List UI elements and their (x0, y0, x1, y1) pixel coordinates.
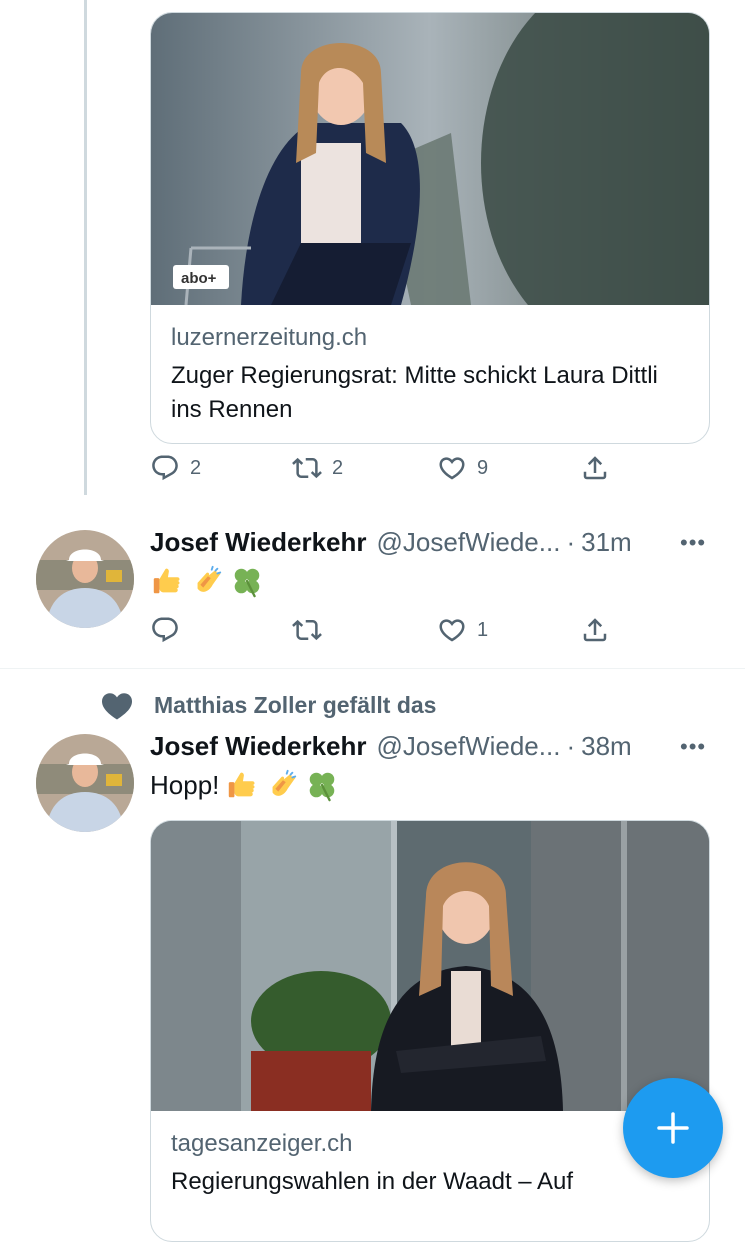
timestamp[interactable]: 31m (581, 527, 632, 558)
like-count: 9 (477, 456, 489, 479)
plus-icon (657, 1112, 689, 1144)
tweet3-text: Hopp! (150, 768, 339, 802)
retweet-button[interactable] (292, 612, 332, 648)
share-icon (580, 615, 610, 645)
heart-icon (437, 615, 467, 645)
retweet-button[interactable]: 2 (292, 450, 343, 486)
card-headline: Regierungswahlen in der Waadt – Auf (171, 1168, 574, 1195)
retweet-icon (292, 615, 322, 645)
reply-icon (150, 453, 180, 483)
like-count: 1 (477, 618, 489, 641)
thread-line (84, 0, 87, 495)
avatar[interactable] (36, 734, 134, 832)
four-leaf-clover-icon (230, 564, 264, 598)
article-image-woman-seated: abo+ (151, 13, 709, 305)
reply-icon (150, 615, 180, 645)
share-button[interactable] (580, 450, 610, 486)
heart-filled-icon (102, 693, 132, 720)
heart-icon (437, 453, 467, 483)
display-name[interactable]: Josef Wiederkehr (150, 527, 367, 558)
share-icon (580, 453, 610, 483)
thumbs-up-icon (225, 768, 259, 802)
separator-dot: · (566, 527, 576, 557)
user-handle[interactable]: @JosefWiede... (377, 731, 561, 762)
compose-tweet-button[interactable] (623, 1078, 723, 1178)
tweet2-action-bar: 1 (150, 612, 620, 648)
article-image-woman-standing (151, 821, 709, 1111)
like-button[interactable]: 1 (437, 612, 488, 648)
link-card-tagesanzeiger[interactable]: tagesanzeiger.ch Regierungswahlen in der… (150, 820, 710, 1242)
tweet2-header: Josef Wiederkehr @JosefWiede... · 31m (150, 527, 632, 558)
link-card-luzernerzeitung[interactable]: abo+ luzernerzeitung.ch Zuger Regierungs… (150, 12, 710, 444)
more-options-button[interactable]: ••• (680, 734, 710, 759)
tweet-divider (0, 668, 745, 669)
clapping-hands-icon (190, 564, 224, 598)
user-handle[interactable]: @JosefWiede... (377, 527, 561, 558)
tweet2-text (150, 564, 264, 598)
card-meta: luzernerzeitung.ch Zuger Regierungsrat: … (151, 305, 709, 443)
tweet3-header: Josef Wiederkehr @JosefWiede... · 38m (150, 731, 632, 762)
reply-button[interactable]: 2 (150, 450, 201, 486)
share-button[interactable] (580, 612, 610, 648)
display-name[interactable]: Josef Wiederkehr (150, 731, 367, 762)
reply-button[interactable] (150, 612, 190, 648)
more-options-button[interactable]: ••• (680, 530, 710, 555)
social-context-text: Matthias Zoller gefällt das (154, 691, 437, 718)
separator-dot: · (566, 731, 576, 761)
timestamp[interactable]: 38m (581, 731, 632, 762)
card-headline: Zuger Regierungsrat: Mitte schickt Laura… (171, 362, 658, 423)
reply-count: 2 (190, 456, 202, 479)
clapping-hands-icon (265, 768, 299, 802)
card-domain: luzernerzeitung.ch (171, 324, 368, 351)
tweet-body-text: Hopp! (150, 770, 220, 800)
tweet1-action-bar: 2 2 9 (150, 450, 620, 486)
thumbs-up-icon (150, 564, 184, 598)
social-context[interactable]: Matthias Zoller gefällt das (100, 690, 436, 720)
like-button[interactable]: 9 (437, 450, 488, 486)
retweet-count: 2 (332, 456, 344, 479)
card-domain: tagesanzeiger.ch (171, 1130, 353, 1157)
avatar[interactable] (36, 530, 134, 628)
abo-plus-badge: abo+ (181, 270, 217, 287)
retweet-icon (292, 453, 322, 483)
four-leaf-clover-icon (305, 768, 339, 802)
